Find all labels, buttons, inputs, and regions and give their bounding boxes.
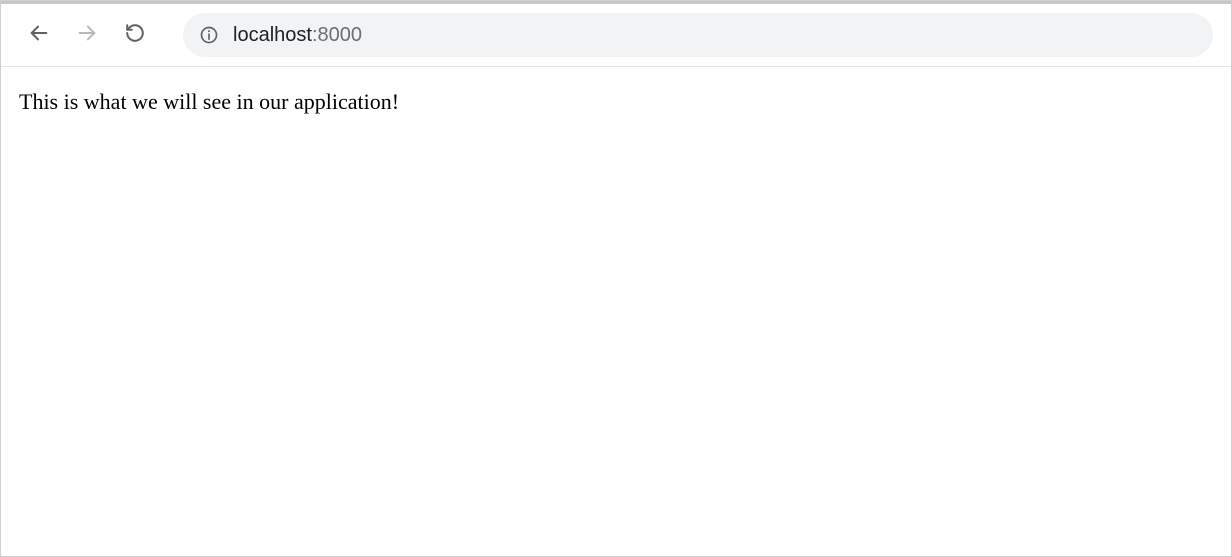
arrow-right-icon — [76, 22, 98, 49]
page-content: This is what we will see in our applicat… — [1, 67, 1231, 137]
page-body-text: This is what we will see in our applicat… — [19, 89, 1213, 115]
forward-button[interactable] — [67, 15, 107, 55]
back-button[interactable] — [19, 15, 59, 55]
url-text: localhost:8000 — [233, 24, 362, 47]
reload-button[interactable] — [115, 15, 155, 55]
reload-icon — [124, 22, 146, 49]
url-port: :8000 — [312, 24, 362, 46]
url-host: localhost — [233, 24, 312, 46]
info-icon[interactable] — [199, 25, 219, 45]
arrow-left-icon — [28, 22, 50, 49]
address-bar[interactable]: localhost:8000 — [183, 13, 1213, 57]
browser-toolbar: localhost:8000 — [1, 1, 1231, 67]
